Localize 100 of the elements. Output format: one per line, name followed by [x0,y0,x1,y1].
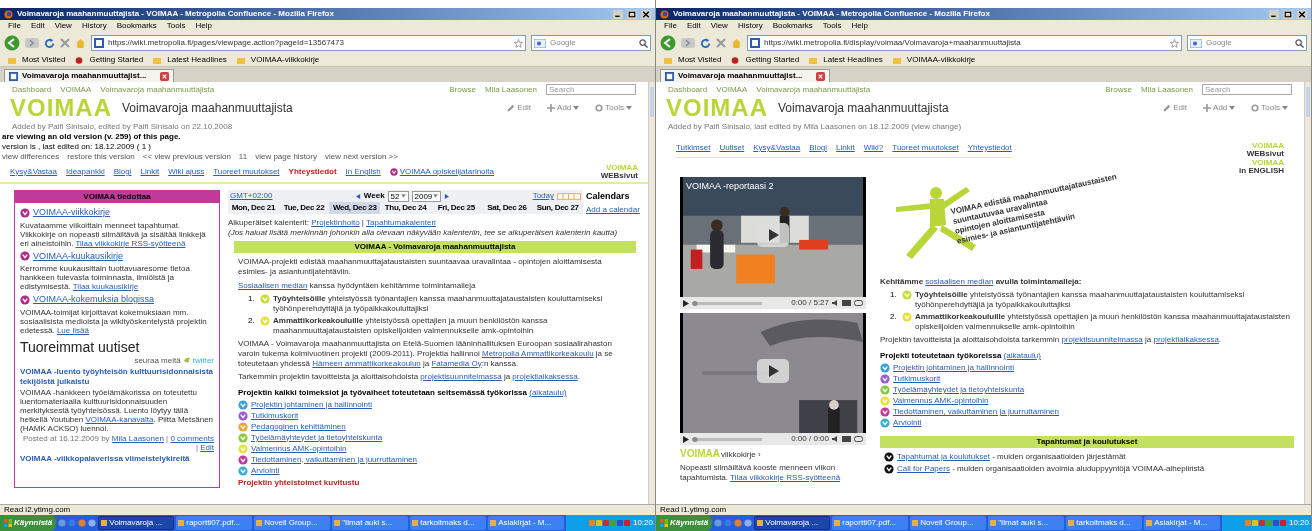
version-link[interactable]: restore this version [67,152,135,162]
link[interactable]: Tutkimuskorit [893,374,941,384]
minimize-icon[interactable] [1269,9,1279,19]
taskbar-button[interactable]: tarkoitmaks d... [410,516,487,530]
link[interactable]: sosiaalisen median [925,277,994,286]
menu-item[interactable]: Help [851,22,868,30]
flame-icon[interactable] [75,56,84,64]
back-icon[interactable] [660,35,676,51]
reload-icon[interactable] [44,37,55,49]
scrollbar[interactable] [648,82,655,504]
nav-link[interactable]: Tutkimset [676,142,711,154]
nav-link[interactable]: Blogi [809,142,828,154]
link[interactable]: Hämeen ammattikorkeakoulun [312,358,421,368]
previous-icon[interactable] [355,193,361,199]
home-icon[interactable] [731,37,742,49]
header-action-button[interactable]: Tools [595,102,632,114]
close-icon[interactable] [641,9,651,19]
taskbar-button[interactable]: Novell Group... [254,516,331,530]
folder-icon[interactable] [236,56,245,64]
taskbar-button[interactable]: Asiakirjat - M... [488,516,565,530]
nav-link[interactable]: Wiki ajuss [168,166,205,178]
version-link[interactable]: << view previous version [142,152,231,162]
link[interactable]: Edit [200,442,214,452]
link[interactable]: projektisuunnitelmassa [420,371,502,381]
bookmark-link[interactable]: Latest Headlines [167,56,227,64]
folder-icon[interactable] [892,56,901,64]
link[interactable]: Pedagoginen kehittäminen [251,421,346,432]
bookmark-link[interactable]: VOIMAA-viikkokirje [250,56,320,64]
bookmark-link[interactable]: Latest Headlines [823,56,883,64]
play-icon[interactable] [683,299,689,307]
star-icon[interactable] [1170,38,1179,48]
browser-tab[interactable]: Voimavaroja maahanmuuttajist... [4,69,174,82]
nav-link[interactable]: Yhteystiedot [967,142,1012,154]
link[interactable]: Arviointi [251,465,280,476]
reload-icon[interactable] [700,37,711,49]
nav-link[interactable]: Uutiset [719,142,745,154]
day-tab[interactable]: Sat, Dec 26 [481,202,533,214]
link[interactable]: Fatamedia Oy [431,358,482,368]
taskbar-button[interactable]: raportti07.pdf... [832,516,909,530]
link[interactable]: Tilaa viikkokirje RSS-syötteenä [730,473,841,482]
link[interactable]: (aikataulu) [529,387,567,397]
search-engine-icon[interactable] [534,38,546,48]
menu-item[interactable]: Bookmarks [116,22,157,30]
close-icon[interactable] [1297,9,1307,19]
search-icon[interactable] [1295,38,1304,48]
menu-item[interactable]: Tools [166,22,186,30]
day-tab[interactable]: Tue, Dec 22 [278,202,330,214]
year-select[interactable]: 2009 [411,190,442,202]
link[interactable]: Työelämäyhteydet ja tietoyhteiskunta [893,385,1025,395]
link[interactable]: Tapahtumat ja koulutukset [897,452,990,461]
link[interactable]: projektiaikaksessa [1153,335,1219,344]
star-icon[interactable] [514,38,523,48]
version-link[interactable]: 11 [238,152,248,162]
menu-item[interactable]: File [664,22,677,30]
header-action-button[interactable]: Edit [1163,102,1188,114]
link[interactable]: Tiedottaminen, vaikuttaminen ja juurruttaminen [893,407,1059,417]
volume-icon[interactable] [832,436,839,442]
volume-icon[interactable] [832,300,839,306]
link[interactable]: Lue lisää [56,325,89,335]
taskbar-button[interactable]: Novell Group... [910,516,987,530]
link[interactable]: Tiedottaminen, vaikuttaminen ja juurruttaminen [251,454,417,465]
fullscreen-icon[interactable] [854,436,863,442]
menu-item[interactable]: File [8,22,21,30]
link[interactable]: Sosiaalisen median [238,280,308,290]
taskbar-button[interactable]: "Ilmat auki s... [332,516,409,530]
address-bar[interactable]: https://wiki.metropolia.fi/pages/viewpage.action?pageId=13567473 [91,35,526,51]
corner-logo[interactable]: VOIMAA WEBsivut [600,164,638,180]
link[interactable]: Call for Papers [897,464,950,473]
bookmark-link[interactable]: Most Visited [678,56,722,64]
link[interactable]: Tilaa viikkokirje RSS-syötteenä [75,238,186,248]
flame-icon[interactable] [731,56,740,64]
view-switcher-icon[interactable] [557,192,581,200]
header-action-button[interactable]: Add [547,102,580,114]
menu-item[interactable]: History [81,22,107,30]
version-link[interactable]: view page history [255,152,317,162]
menu-item[interactable]: Bookmarks [772,22,813,30]
taskbar-button[interactable]: tarkoitmaks d... [1066,516,1143,530]
maximize-icon[interactable] [627,9,637,19]
bookmark-link[interactable]: VOIMAA-viikkokirje [906,56,976,64]
scrollbar[interactable] [1304,82,1311,504]
link[interactable]: Projektinhoito [311,217,360,227]
link[interactable]: Arviointi [893,418,922,428]
link[interactable]: VOIMAA-kuukausikirje [33,249,124,263]
minimize-icon[interactable] [613,9,623,19]
link[interactable]: Tilaa kuukausikirje [72,282,139,291]
timezone-link[interactable]: GMT+02:00 [230,190,273,202]
nav-link[interactable]: Tuoreet muutokset [892,142,959,154]
fullscreen-icon[interactable] [854,300,863,306]
start-button[interactable]: Käynnistä [0,515,57,531]
nav-link[interactable]: Wiki? [863,142,884,154]
link[interactable]: Valmennus AMK-opintoihin [893,396,989,406]
nav-link[interactable]: Tuoreet muutokset [213,166,280,178]
day-tab[interactable]: Mon, Dec 21 [228,202,279,214]
link[interactable]: projektiaikaksessa [512,371,578,381]
link[interactable]: (aikataulu) [1003,351,1041,360]
header-action-button[interactable]: Add [1203,102,1236,114]
play-button-icon[interactable] [757,359,789,383]
taskbar-button[interactable]: Asiakirjat - M... [1144,516,1221,530]
nav-link[interactable]: Linkit [140,166,160,178]
play-button-icon[interactable] [757,223,789,247]
